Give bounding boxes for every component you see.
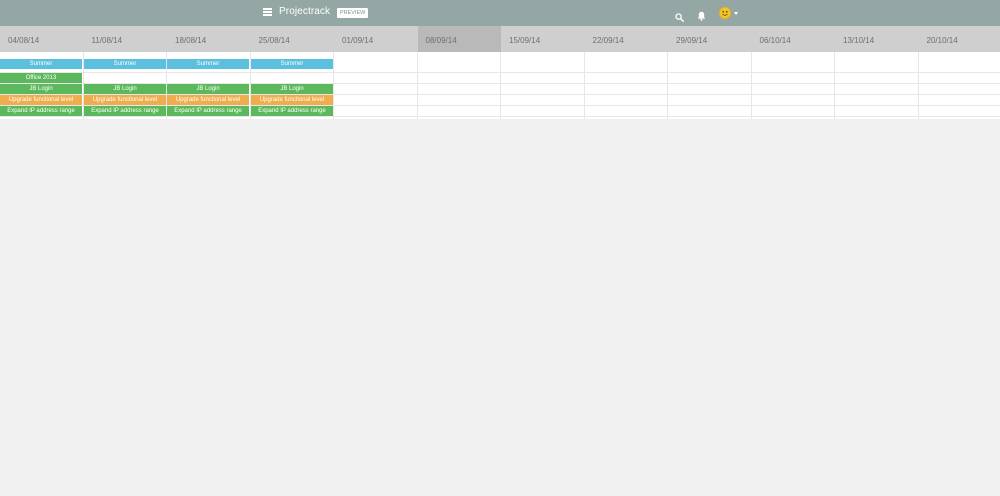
column-divider (918, 52, 919, 119)
task-bar[interactable]: JB Login (167, 84, 249, 94)
task-bar[interactable]: Expand IP address range (0, 106, 82, 116)
preview-badge: PREVIEW (337, 8, 369, 18)
column-divider (417, 52, 418, 119)
column-divider (333, 52, 334, 119)
week-header[interactable]: 18/08/14 (167, 26, 251, 52)
week-header[interactable]: 20/10/14 (919, 26, 1000, 52)
task-bar[interactable]: Expand IP address range (251, 106, 333, 116)
task-bar[interactable]: Upgrade functional level (167, 95, 249, 105)
week-header[interactable]: 15/09/14 (501, 26, 585, 52)
week-header[interactable]: 13/10/14 (835, 26, 919, 52)
task-bar[interactable]: Summer (0, 59, 82, 69)
week-header[interactable]: 11/08/14 (84, 26, 168, 52)
task-bar[interactable]: Summer (251, 59, 333, 69)
week-header[interactable]: 08/09/14 (417, 26, 501, 52)
task-bar[interactable]: Summer (167, 59, 249, 69)
week-header[interactable]: 06/10/14 (752, 26, 836, 52)
task-bar[interactable]: Expand IP address range (84, 106, 166, 116)
task-bar[interactable]: JB Login (0, 84, 82, 94)
task-bar[interactable]: Upgrade functional level (84, 95, 166, 105)
smiley-avatar-icon[interactable] (719, 7, 731, 19)
app-title[interactable]: Projectrack (279, 6, 330, 17)
week-header[interactable]: 25/08/14 (251, 26, 335, 52)
task-bar[interactable]: Office 2013 (0, 73, 82, 83)
column-divider (834, 52, 835, 119)
row-divider (0, 72, 1000, 73)
menu-icon[interactable] (263, 8, 272, 16)
schedule-grid: Summer Summer Summer Summer Office 2013 JB Lo… (0, 52, 1000, 119)
search-icon[interactable] (675, 9, 684, 22)
task-bar[interactable]: Upgrade functional level (251, 95, 333, 105)
task-bar[interactable]: JB Login (84, 84, 166, 94)
task-bar[interactable]: Expand IP address range (167, 106, 249, 116)
task-bar[interactable]: JB Login (251, 84, 333, 94)
column-divider (584, 52, 585, 119)
timeline-header: 04/08/14 11/08/14 18/08/14 25/08/14 01/09/14… (0, 26, 1000, 52)
chevron-down-icon[interactable] (734, 12, 738, 15)
column-divider (667, 52, 668, 119)
week-header[interactable]: 29/09/14 (668, 26, 752, 52)
week-header[interactable]: 04/08/14 (0, 26, 84, 52)
top-bar: Projectrack PREVIEW (0, 0, 1000, 26)
row-divider (0, 116, 1000, 117)
week-header[interactable]: 01/09/14 (334, 26, 418, 52)
column-divider (500, 52, 501, 119)
bell-icon[interactable] (697, 8, 706, 21)
column-divider (751, 52, 752, 119)
task-bar[interactable]: Upgrade functional level (0, 95, 82, 105)
task-bar[interactable]: Summer (84, 59, 166, 69)
week-header[interactable]: 22/09/14 (585, 26, 669, 52)
